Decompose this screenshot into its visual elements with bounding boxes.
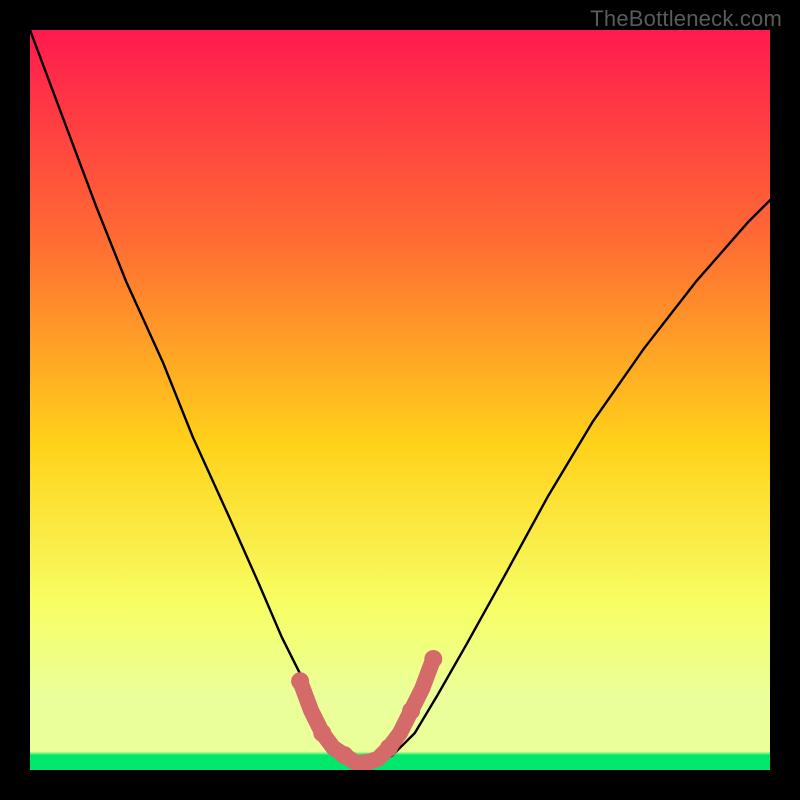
plot-area <box>30 30 770 770</box>
outer-frame: TheBottleneck.com <box>0 0 800 800</box>
chart-svg <box>30 30 770 770</box>
highlight-dot <box>424 650 442 668</box>
watermark-text: TheBottleneck.com <box>590 6 782 32</box>
highlight-dot <box>380 739 398 757</box>
highlight-dot <box>291 672 309 690</box>
highlight-dot <box>402 702 420 720</box>
highlight-dot <box>336 746 354 764</box>
gradient-background <box>30 30 770 770</box>
highlight-dot <box>313 724 331 742</box>
